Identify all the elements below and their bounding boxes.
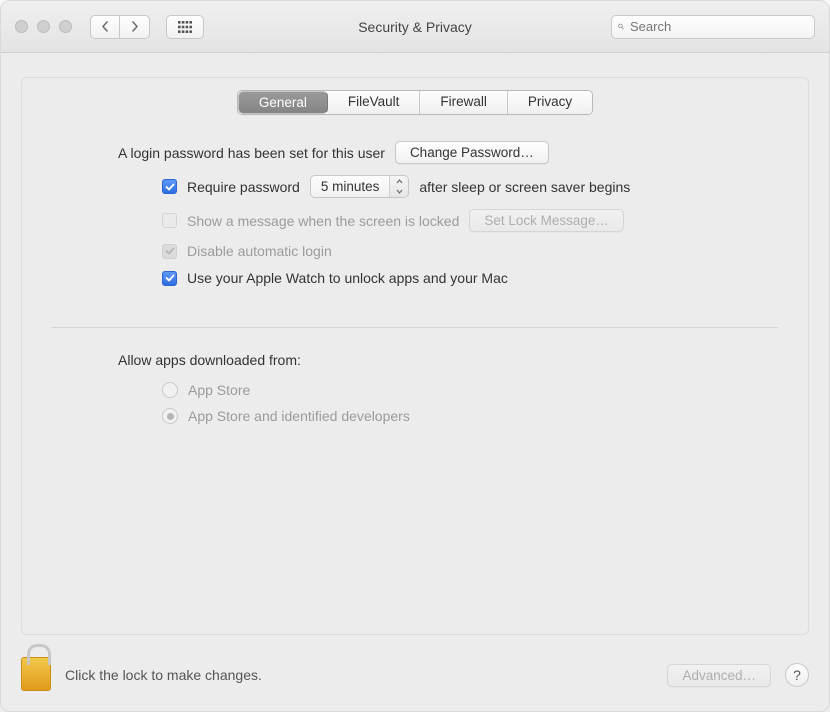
- login-password-label: A login password has been set for this u…: [118, 145, 385, 161]
- show-message-checkbox: [162, 213, 177, 228]
- apple-watch-label: Use your Apple Watch to unlock apps and …: [187, 270, 508, 286]
- general-tab-body: A login password has been set for this u…: [22, 141, 808, 297]
- chevron-right-icon: [131, 21, 139, 32]
- tab-filevault[interactable]: FileVault: [328, 91, 421, 114]
- radio-app-store-identified-row: App Store and identified developers: [118, 408, 746, 424]
- tab-firewall[interactable]: Firewall: [420, 91, 508, 114]
- toolbar: Security & Privacy: [1, 1, 829, 53]
- chevron-left-icon: [101, 21, 109, 32]
- chevron-up-icon: [396, 179, 403, 184]
- disable-auto-login-checkbox: [162, 244, 177, 259]
- radio-app-store-row: App Store: [118, 382, 746, 398]
- radio-app-store-identified-label: App Store and identified developers: [188, 408, 410, 424]
- forward-button[interactable]: [120, 15, 150, 39]
- show-all-prefs-button[interactable]: [166, 15, 204, 39]
- show-message-label: Show a message when the screen is locked: [187, 213, 459, 229]
- tab-privacy[interactable]: Privacy: [508, 91, 592, 114]
- main-panel: General FileVault Firewall Privacy A log…: [21, 77, 809, 635]
- change-password-button[interactable]: Change Password…: [395, 141, 549, 164]
- back-button[interactable]: [90, 15, 120, 39]
- nav-buttons: [90, 15, 150, 39]
- disable-auto-login-row: Disable automatic login: [118, 243, 746, 259]
- content-area: General FileVault Firewall Privacy A log…: [1, 53, 829, 653]
- advanced-button[interactable]: Advanced…: [667, 664, 771, 687]
- radio-app-store-identified: [162, 408, 178, 424]
- help-button[interactable]: ?: [785, 663, 809, 687]
- tabs: General FileVault Firewall Privacy: [22, 78, 808, 141]
- search-icon: [618, 20, 624, 33]
- allow-apps-heading: Allow apps downloaded from:: [118, 352, 746, 368]
- select-stepper: [389, 176, 408, 197]
- apple-watch-checkbox[interactable]: [162, 271, 177, 286]
- lock-icon: [21, 657, 51, 691]
- require-password-row: Require password 5 minutes after sleep o…: [118, 175, 746, 198]
- close-window-button[interactable]: [15, 20, 28, 33]
- disable-auto-login-label: Disable automatic login: [187, 243, 332, 259]
- login-password-row: A login password has been set for this u…: [118, 141, 746, 164]
- search-input[interactable]: [628, 18, 808, 35]
- require-password-delay-select[interactable]: 5 minutes: [310, 175, 410, 198]
- require-password-suffix: after sleep or screen saver begins: [419, 179, 630, 195]
- radio-app-store-label: App Store: [188, 382, 250, 398]
- chevron-down-icon: [396, 189, 403, 194]
- require-password-delay-value: 5 minutes: [311, 179, 390, 194]
- grid-icon: [178, 21, 192, 33]
- zoom-window-button[interactable]: [59, 20, 72, 33]
- show-message-row: Show a message when the screen is locked…: [118, 209, 746, 232]
- section-divider: [52, 327, 778, 328]
- check-icon: [165, 246, 175, 256]
- footer: Click the lock to make changes. Advanced…: [1, 643, 829, 711]
- lock-button[interactable]: [21, 657, 51, 693]
- preferences-window: Security & Privacy General FileVault Fir…: [0, 0, 830, 712]
- tab-segmented-control: General FileVault Firewall Privacy: [237, 90, 593, 115]
- apple-watch-row: Use your Apple Watch to unlock apps and …: [118, 270, 746, 286]
- search-field[interactable]: [611, 15, 815, 39]
- tab-general[interactable]: General: [238, 91, 328, 114]
- check-icon: [165, 182, 175, 192]
- check-icon: [165, 273, 175, 283]
- set-lock-message-button: Set Lock Message…: [469, 209, 624, 232]
- traffic-lights: [15, 20, 72, 33]
- allow-apps-section: Allow apps downloaded from: App Store Ap…: [22, 352, 808, 434]
- require-password-checkbox[interactable]: [162, 179, 177, 194]
- lock-message: Click the lock to make changes.: [65, 667, 262, 683]
- radio-app-store: [162, 382, 178, 398]
- minimize-window-button[interactable]: [37, 20, 50, 33]
- require-password-label: Require password: [187, 179, 300, 195]
